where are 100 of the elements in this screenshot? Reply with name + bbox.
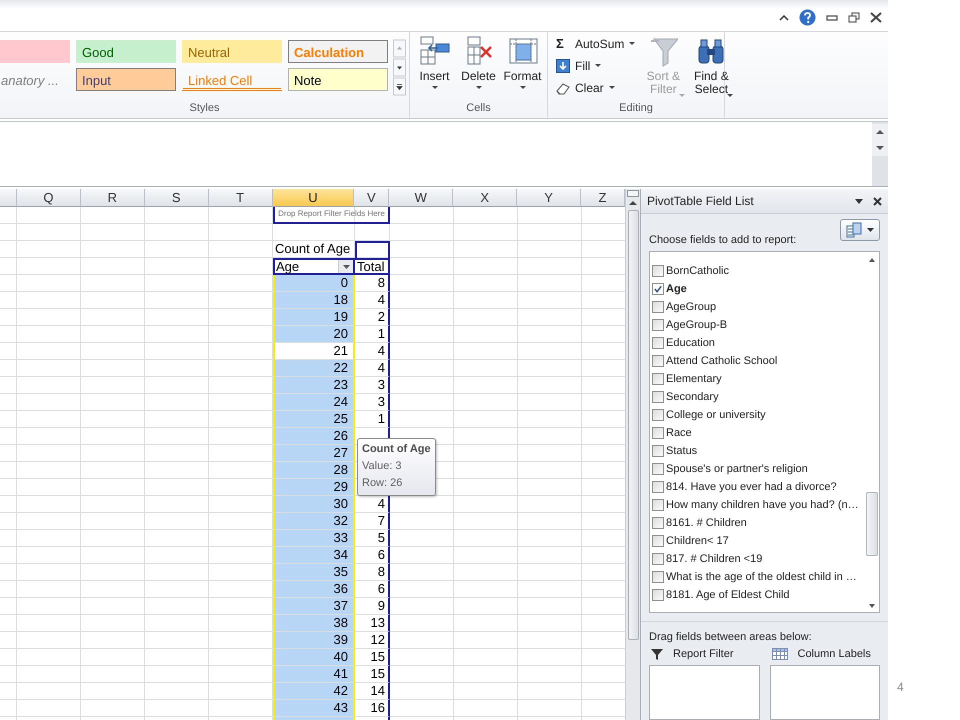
checkbox[interactable] <box>652 337 664 349</box>
field-name[interactable]: Race <box>666 427 692 439</box>
field-name[interactable]: 8181. Age of Eldest Child <box>666 589 790 601</box>
field-name[interactable]: Spouse's or partner's religion <box>666 463 808 475</box>
table-cell: 14 <box>355 683 390 700</box>
cell-style-swatch[interactable]: Note <box>288 68 388 91</box>
tooltip-text: Value: 3 <box>362 459 403 474</box>
dropdown-button[interactable] <box>338 260 353 273</box>
field-name[interactable]: Education <box>666 337 715 349</box>
checkbox[interactable] <box>652 481 664 493</box>
column-header[interactable]: W <box>389 189 454 207</box>
find-select-button[interactable]: Find & Select <box>687 37 736 102</box>
field-name[interactable]: 817. # Children <19 <box>666 553 762 565</box>
scroll-down-icon[interactable] <box>872 140 888 156</box>
checkbox[interactable] <box>652 301 664 313</box>
field-name[interactable]: Secondary <box>666 391 719 403</box>
autosum-button[interactable]: Σ AutoSum <box>556 35 636 52</box>
checkbox[interactable] <box>652 517 664 529</box>
column-header[interactable]: Y <box>517 189 582 207</box>
cell-style-swatch[interactable] <box>0 40 70 63</box>
field-name[interactable]: How many children have you had? (n… <box>666 499 859 511</box>
scroll-up-icon[interactable] <box>872 124 888 140</box>
table-cell: 41 <box>273 666 355 683</box>
checkbox[interactable] <box>652 319 664 331</box>
column-header[interactable]: Z <box>581 189 625 207</box>
help-icon[interactable] <box>799 9 816 26</box>
more-styles-icon[interactable] <box>393 77 406 96</box>
checkbox[interactable] <box>652 391 664 403</box>
column-header[interactable]: V <box>354 189 390 207</box>
field-name[interactable]: Attend Catholic School <box>666 355 778 367</box>
cell-style-swatch[interactable]: Good <box>76 40 176 63</box>
collapse-ribbon-icon[interactable] <box>779 14 789 22</box>
checkbox[interactable] <box>652 499 664 511</box>
checkbox[interactable] <box>652 535 664 547</box>
field-name[interactable]: College or university <box>666 409 766 421</box>
insert-button[interactable]: Insert <box>414 36 454 102</box>
checkbox[interactable] <box>652 589 664 601</box>
table-cell: 5 <box>355 530 390 547</box>
table-cell: 38 <box>273 615 355 632</box>
cell-style-swatch[interactable]: anatory ... <box>0 68 70 91</box>
checkbox[interactable] <box>652 409 664 421</box>
column-header[interactable]: T <box>208 189 273 207</box>
prompt-text: Choose fields to add to report: <box>649 234 796 248</box>
checkbox[interactable] <box>652 355 664 367</box>
scroll-thumb[interactable] <box>866 492 878 556</box>
table-cell: 32 <box>273 513 355 530</box>
column-header[interactable]: R <box>80 189 145 207</box>
row-label-header[interactable]: Age <box>273 258 355 275</box>
minimize-icon[interactable] <box>826 14 838 22</box>
column-header[interactable]: Q <box>16 189 81 207</box>
page-number: 4 <box>897 680 905 694</box>
field-name[interactable]: AgeGroup <box>666 301 716 313</box>
table-header: Age <box>276 260 300 274</box>
checkbox[interactable] <box>652 265 664 277</box>
drop-area[interactable] <box>649 665 760 720</box>
table-cell: 42 <box>273 683 355 700</box>
caret-icon <box>608 86 615 89</box>
field-name[interactable]: 814. Have you ever had a divorce? <box>666 481 837 493</box>
field-name[interactable]: 8161. # Children <box>666 517 747 529</box>
checkbox[interactable] <box>652 463 664 475</box>
field-name[interactable]: Age <box>666 283 687 295</box>
caret-icon <box>476 86 482 89</box>
restore-icon[interactable] <box>848 12 860 23</box>
scroll-down-icon[interactable] <box>393 58 406 77</box>
field-name[interactable]: AgeGroup-B <box>666 319 728 331</box>
format-button[interactable]: Format <box>502 36 542 102</box>
layout-button[interactable] <box>840 219 880 241</box>
checkbox[interactable] <box>652 373 664 385</box>
clear-button[interactable]: Clear <box>556 79 636 96</box>
caret-icon <box>727 94 734 97</box>
checkbox[interactable] <box>652 427 664 439</box>
field-name[interactable]: What is the age of the oldest child in … <box>666 571 857 583</box>
filter-icon <box>651 648 663 660</box>
field-name[interactable]: Children< 17 <box>666 535 729 547</box>
delete-button[interactable]: Delete <box>458 36 498 102</box>
column-header[interactable]: U <box>272 189 354 207</box>
cell-style-swatch[interactable]: Neutral <box>182 40 282 63</box>
field-name[interactable]: Elementary <box>666 373 722 385</box>
checkbox[interactable] <box>652 571 664 583</box>
field-name[interactable]: BornCatholic <box>666 265 729 277</box>
scrollbar[interactable] <box>625 189 640 720</box>
fill-button[interactable]: Fill <box>556 57 636 74</box>
column-header[interactable]: S <box>144 189 209 207</box>
table-cell: 36 <box>273 581 355 598</box>
drop-zone[interactable]: Drop Report Filter Fields Here <box>273 207 390 224</box>
table-cell: 3 <box>355 377 390 394</box>
table-cell: 16 <box>355 700 390 717</box>
table-cell: 15 <box>355 649 390 666</box>
checkbox[interactable] <box>652 283 664 295</box>
scroll-thumb[interactable] <box>628 210 638 640</box>
cell-style-swatch[interactable]: Input <box>76 68 176 91</box>
table-cell: 35 <box>273 564 355 581</box>
checkbox[interactable] <box>652 445 664 457</box>
checkbox[interactable] <box>652 553 664 565</box>
column-header[interactable]: X <box>453 189 518 207</box>
close-icon[interactable] <box>870 12 882 23</box>
table-cell: 8 <box>355 564 390 581</box>
field-name[interactable]: Status <box>666 445 698 457</box>
caret-icon <box>520 86 526 89</box>
drop-area[interactable] <box>770 665 880 720</box>
